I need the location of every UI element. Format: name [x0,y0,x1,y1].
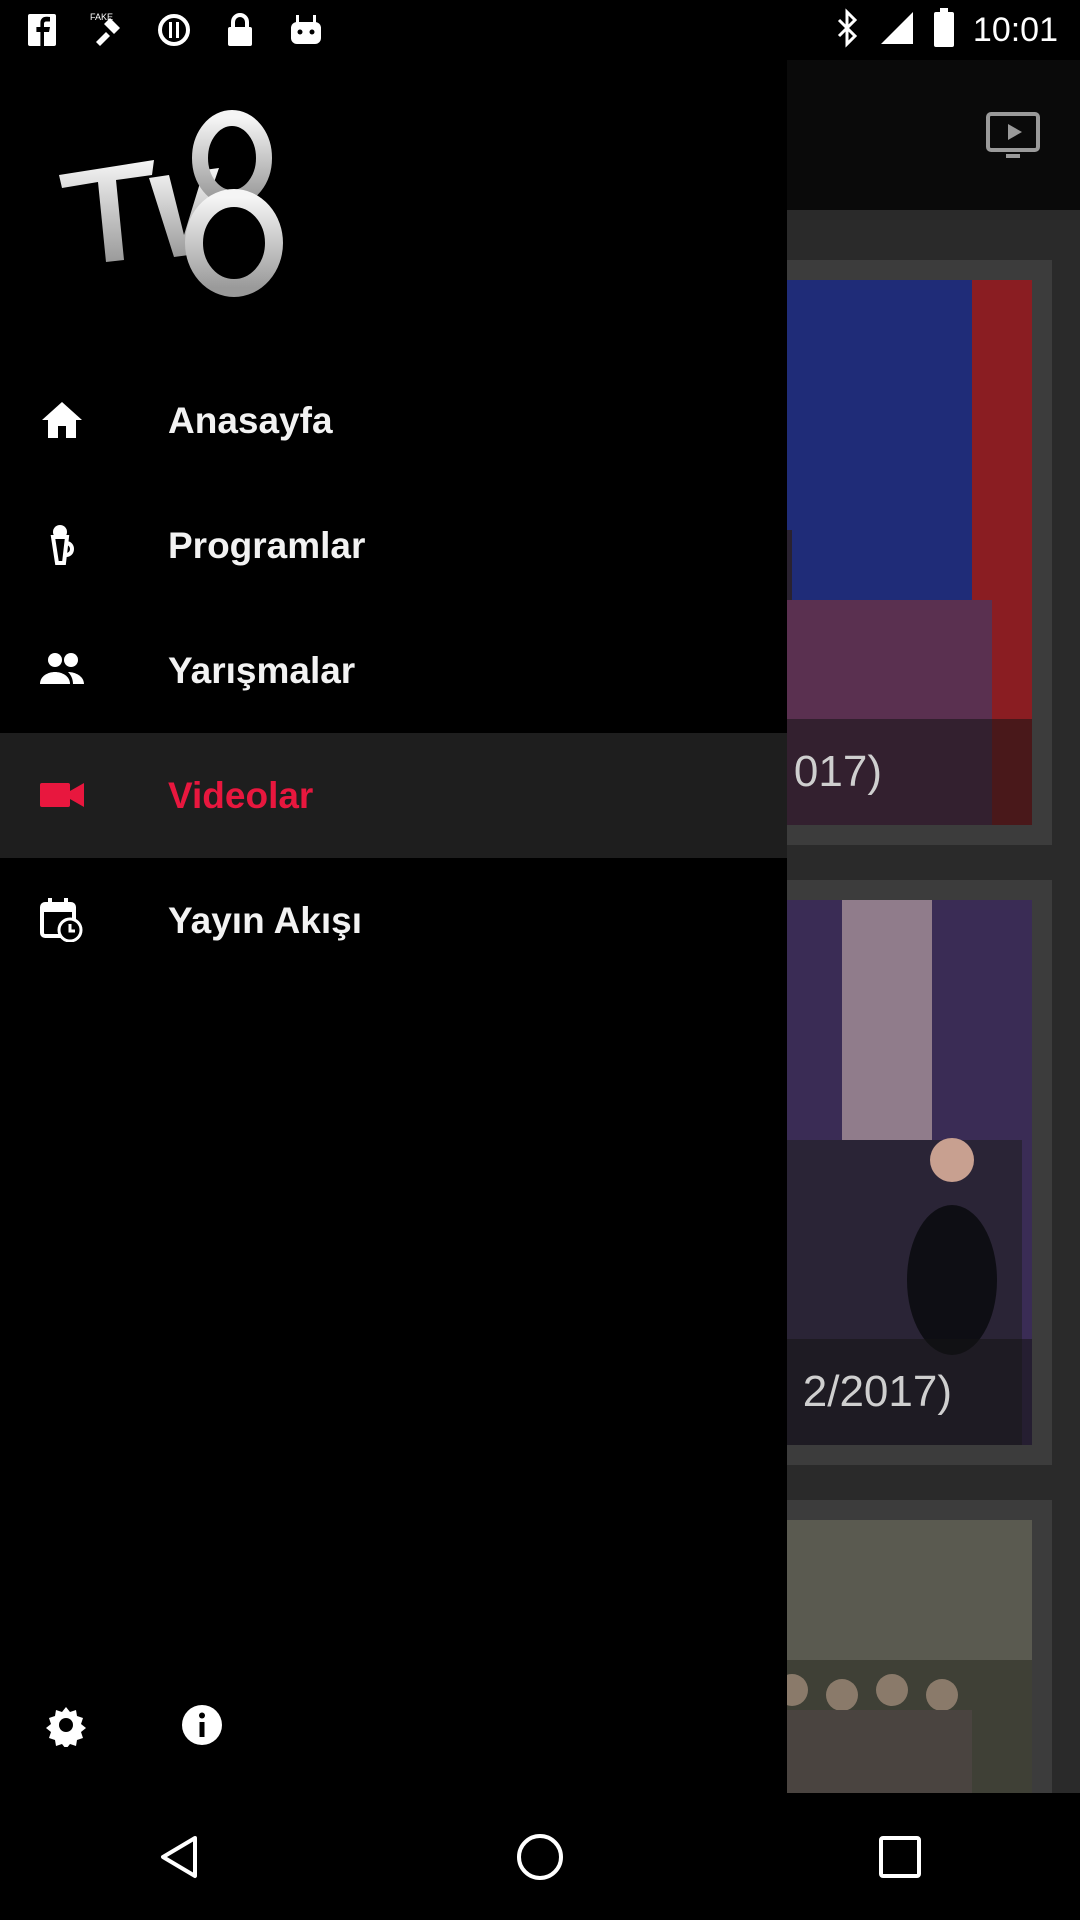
lock-icon [220,10,260,50]
cast-icon[interactable] [986,112,1042,160]
menu-item-label: Yarışmalar [168,649,356,691]
system-navigation-bar [0,1793,1080,1920]
home-circle-icon[interactable] [510,1827,570,1887]
android-icon [286,10,326,50]
navigation-drawer: Anasayfa Programlar Yarışmalar Videolar … [0,60,787,1793]
drawer-menu: Anasayfa Programlar Yarışmalar Videolar … [0,358,787,983]
svg-text:FAKE: FAKE [90,12,113,22]
tv8-logo [54,100,294,300]
facebook-icon [22,10,62,50]
calendar-clock-icon [40,898,84,943]
status-bar: FAKE 10:01 [0,0,1080,60]
menu-item-label: Videolar [168,774,314,816]
home-icon [40,398,84,442]
videocam-icon [40,773,84,817]
info-icon[interactable] [180,1703,224,1747]
signal-icon [879,10,915,51]
drawer-footer [0,1673,787,1793]
menu-item-programlar[interactable]: Programlar [0,483,787,608]
microphone-icon [40,523,84,567]
menu-item-yarismalar[interactable]: Yarışmalar [0,608,787,733]
data-saver-icon [154,10,194,50]
menu-item-label: Programlar [168,524,366,566]
menu-item-videolar[interactable]: Videolar [0,733,787,858]
clock: 10:01 [972,10,1058,49]
menu-item-label: Anasayfa [168,399,333,441]
bluetooth-icon [835,7,861,53]
menu-item-anasayfa[interactable]: Anasayfa [0,358,787,483]
back-icon[interactable] [150,1827,210,1887]
people-icon [40,648,84,692]
gear-icon[interactable] [44,1703,88,1749]
fake-gps-icon: FAKE [88,10,128,50]
menu-item-label: Yayın Akışı [168,899,363,941]
menu-item-yayin-akisi[interactable]: Yayın Akışı [0,858,787,983]
recents-icon[interactable] [870,1827,930,1887]
battery-icon [933,7,955,53]
